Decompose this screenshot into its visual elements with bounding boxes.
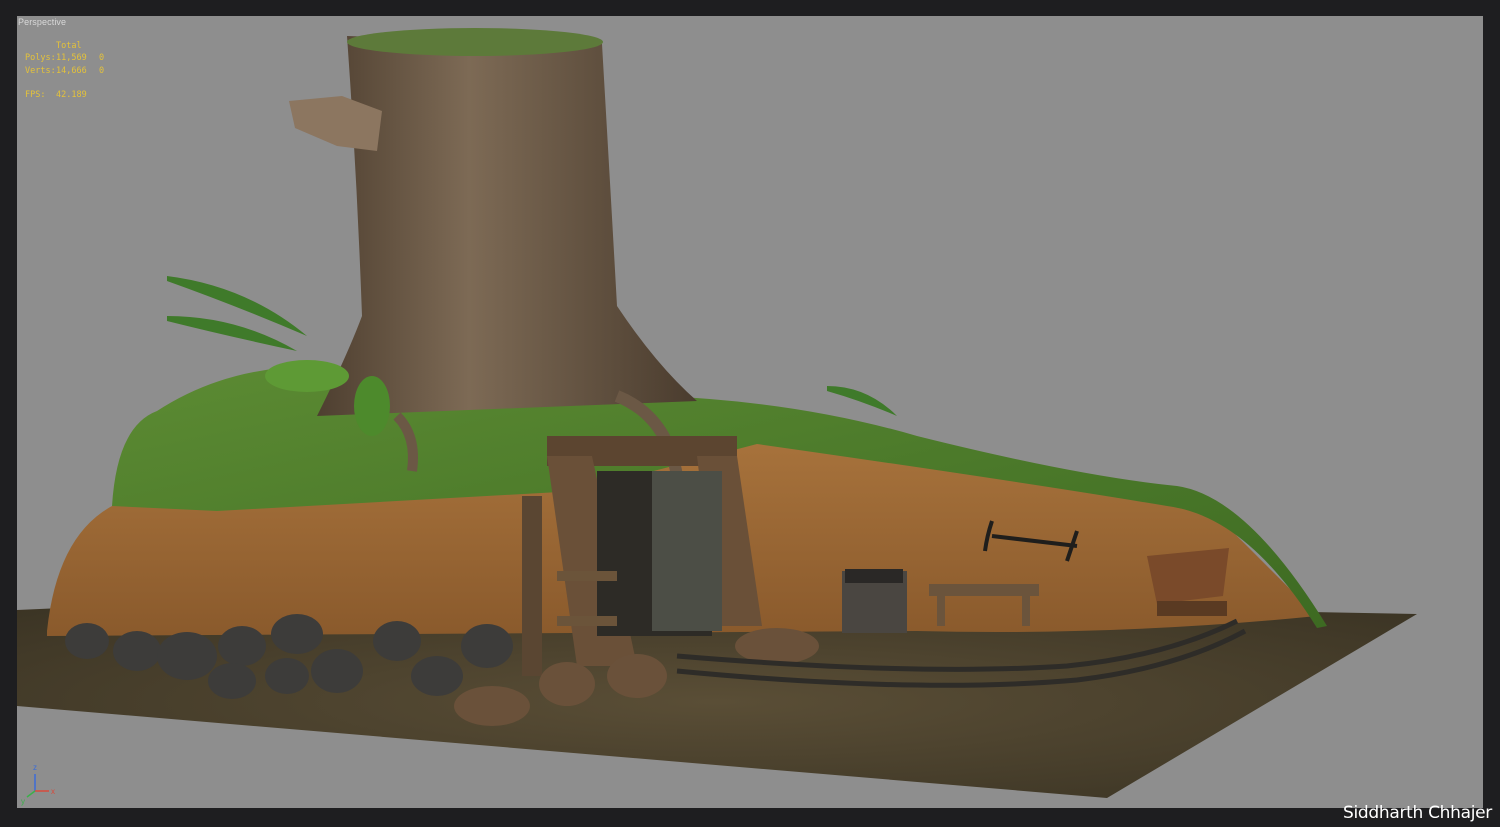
fps-value: 42.189 <box>56 90 87 101</box>
axis-z-label: z <box>33 763 37 772</box>
axis-y-label: y <box>21 797 25 806</box>
axis-gizmo: z x y <box>21 763 55 806</box>
verts-selected: 0 <box>99 65 105 76</box>
stats-header-row: Total <box>25 40 145 52</box>
stats-row-fps: FPS: 42.189 <box>25 89 145 101</box>
scene-render[interactable]: z x y <box>17 16 1483 808</box>
axis-x-label: x <box>51 787 55 796</box>
artist-credit: Siddharth Chhajer <box>1342 803 1492 823</box>
polys-label: Polys: <box>25 53 56 64</box>
stats-header-total: Total <box>56 41 82 51</box>
mine-cart <box>1147 548 1229 616</box>
perspective-viewport[interactable]: z x y Perspective Total Polys: 11,569 0 … <box>17 16 1483 808</box>
stats-row-verts: Verts: 14,666 0 <box>25 65 145 77</box>
stats-row-polys: Polys: 11,569 0 <box>25 52 145 64</box>
verts-total: 14,666 <box>56 65 87 76</box>
verts-label: Verts: <box>25 65 56 76</box>
viewport-label[interactable]: Perspective <box>18 17 66 27</box>
fps-label: FPS: <box>25 90 46 101</box>
polys-selected: 0 <box>99 53 105 64</box>
stone-basket <box>842 569 907 633</box>
tree-stump <box>289 28 697 478</box>
stats-spacer <box>25 77 145 89</box>
polys-total: 11,569 <box>56 53 87 64</box>
statistics-overlay: Total Polys: 11,569 0 Verts: 14,666 0 FP… <box>25 40 145 101</box>
